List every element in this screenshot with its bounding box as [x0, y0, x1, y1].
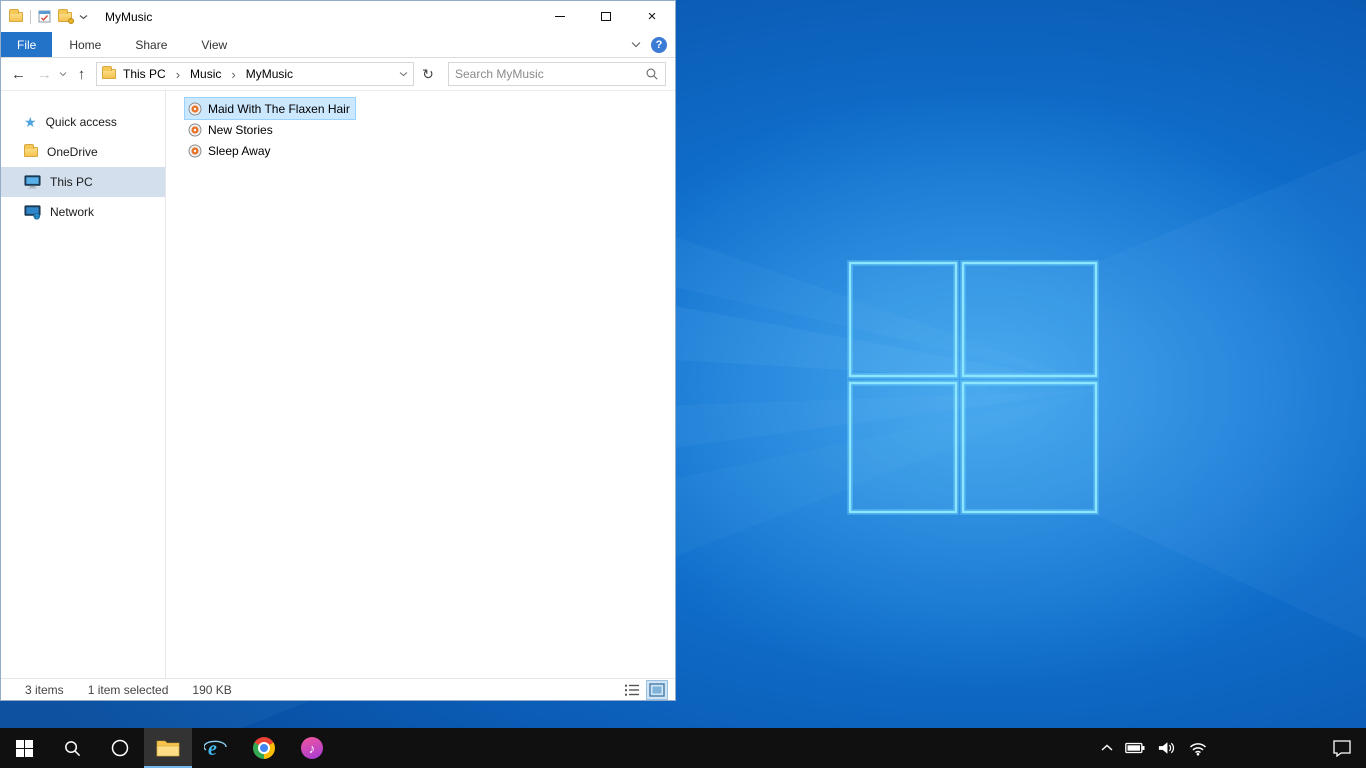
battery-icon — [1125, 742, 1145, 754]
address-dropdown-icon[interactable] — [399, 71, 408, 77]
sidebar-item-quick-access[interactable]: ★ Quick access — [1, 107, 165, 137]
sidebar-item-this-pc[interactable]: This PC — [1, 167, 165, 197]
internet-explorer-icon: e — [204, 738, 227, 760]
tab-file[interactable]: File — [1, 32, 53, 57]
address-row: ← → ↑ This PC › Music › MyMusic ↻ — [1, 58, 675, 91]
internet-explorer-button[interactable]: e — [192, 728, 240, 768]
tab-home[interactable]: Home — [52, 32, 118, 57]
back-button[interactable]: ← — [7, 62, 30, 86]
minimize-icon — [555, 16, 565, 17]
ribbon-tabstrip: File Home Share View ? — [1, 32, 675, 58]
network-tray-button[interactable] — [1188, 741, 1208, 756]
status-selected-size: 190 KB — [192, 682, 232, 697]
breadcrumb-mymusic[interactable]: MyMusic — [244, 67, 295, 81]
qat-new-folder-icon[interactable] — [58, 8, 74, 24]
sidebar-item-network[interactable]: Network — [1, 197, 165, 227]
qat-properties-icon[interactable] — [38, 10, 51, 23]
view-buttons — [622, 679, 675, 700]
wifi-icon — [1189, 742, 1207, 755]
system-tray — [1101, 728, 1366, 768]
forward-button[interactable]: → — [33, 62, 56, 86]
taskbar: e ♪ — [0, 728, 1366, 768]
breadcrumb-this-pc[interactable]: This PC — [121, 67, 168, 81]
sidebar-item-onedrive[interactable]: OneDrive — [1, 137, 165, 167]
details-view-button[interactable] — [622, 681, 642, 699]
network-icon — [24, 204, 41, 220]
sidebar-item-label: Network — [50, 205, 95, 219]
search-box — [448, 62, 666, 86]
tab-share[interactable]: Share — [118, 32, 184, 57]
show-hidden-icons-button[interactable] — [1101, 744, 1113, 752]
taskbar-search-button[interactable] — [48, 728, 96, 768]
file-list[interactable]: Maid With The Flaxen Hair New Stories Sl… — [166, 91, 675, 678]
file-row-new-stories[interactable]: New Stories — [185, 119, 278, 140]
refresh-button[interactable]: ↻ — [417, 62, 439, 86]
sidebar-item-label: Quick access — [45, 115, 117, 129]
recent-locations-icon[interactable] — [59, 71, 67, 77]
close-icon: × — [647, 8, 657, 25]
action-center-button[interactable] — [1332, 739, 1352, 757]
breadcrumb-separator-icon: › — [231, 66, 236, 82]
breadcrumb-separator-icon: › — [175, 66, 181, 82]
titlebar[interactable]: MyMusic × — [1, 1, 675, 32]
tab-view[interactable]: View — [184, 32, 244, 57]
file-name: Maid With The Flaxen Hair — [208, 101, 350, 116]
sidebar-item-label: OneDrive — [47, 145, 98, 159]
file-explorer-icon — [156, 740, 180, 757]
windows-start-icon — [15, 739, 33, 757]
window-folder-icon — [9, 8, 23, 22]
search-icon — [64, 740, 80, 756]
music-note-glyph: ♪ — [308, 740, 316, 756]
chrome-icon — [253, 737, 275, 759]
maximize-icon — [601, 12, 611, 21]
audio-file-icon — [188, 144, 202, 158]
search-input[interactable] — [455, 67, 645, 81]
address-folder-icon — [102, 66, 116, 79]
new-folder-badge — [68, 17, 74, 24]
audio-file-icon — [188, 102, 202, 116]
volume-tray-button[interactable] — [1157, 740, 1176, 756]
windows-logo — [847, 260, 1099, 515]
window-body: ★ Quick access OneDrive This PC Network … — [1, 91, 675, 678]
chrome-button[interactable] — [240, 728, 288, 768]
battery-tray-button[interactable] — [1125, 742, 1145, 754]
minimize-button[interactable] — [537, 1, 583, 32]
quick-access-star-icon: ★ — [24, 114, 37, 130]
file-explorer-window: MyMusic × File Home Share View ? ← → ↑ T… — [0, 0, 676, 701]
window-controls: × — [537, 1, 675, 32]
maximize-button[interactable] — [583, 1, 629, 32]
qat-dropdown-icon[interactable] — [79, 14, 88, 20]
titlebar-separator — [30, 9, 31, 24]
status-item-count: 3 items — [25, 682, 64, 697]
close-button[interactable]: × — [629, 1, 675, 32]
itunes-icon: ♪ — [301, 737, 323, 759]
status-selected-count: 1 item selected — [87, 682, 169, 697]
file-row-maid-with-the-flaxen-hair[interactable]: Maid With The Flaxen Hair — [184, 97, 356, 120]
action-center-icon — [1333, 740, 1351, 757]
breadcrumb-music[interactable]: Music — [188, 67, 223, 81]
up-button[interactable]: ↑ — [70, 62, 93, 86]
search-icon[interactable] — [645, 67, 659, 81]
audio-file-icon — [188, 123, 202, 137]
itunes-button[interactable]: ♪ — [288, 728, 336, 768]
expand-ribbon-icon[interactable] — [631, 41, 641, 48]
cortana-icon — [111, 739, 129, 757]
file-name: Sleep Away — [208, 143, 271, 158]
file-name: New Stories — [208, 122, 273, 137]
help-button[interactable]: ? — [651, 36, 667, 53]
navigation-pane: ★ Quick access OneDrive This PC Network — [1, 91, 166, 678]
file-row-sleep-away[interactable]: Sleep Away — [185, 140, 276, 161]
file-explorer-taskbar-button[interactable] — [144, 728, 192, 768]
speaker-icon — [1158, 742, 1175, 754]
start-button[interactable] — [0, 728, 48, 768]
this-pc-monitor-icon — [24, 174, 41, 190]
address-bar[interactable]: This PC › Music › MyMusic — [96, 62, 414, 86]
onedrive-folder-icon — [24, 144, 38, 157]
large-icons-view-button[interactable] — [646, 679, 668, 700]
sidebar-item-label: This PC — [50, 175, 93, 189]
cortana-button[interactable] — [96, 728, 144, 768]
chevron-up-icon — [1101, 744, 1113, 751]
window-title: MyMusic — [105, 9, 153, 24]
status-bar: 3 items 1 item selected 190 KB — [1, 678, 675, 700]
